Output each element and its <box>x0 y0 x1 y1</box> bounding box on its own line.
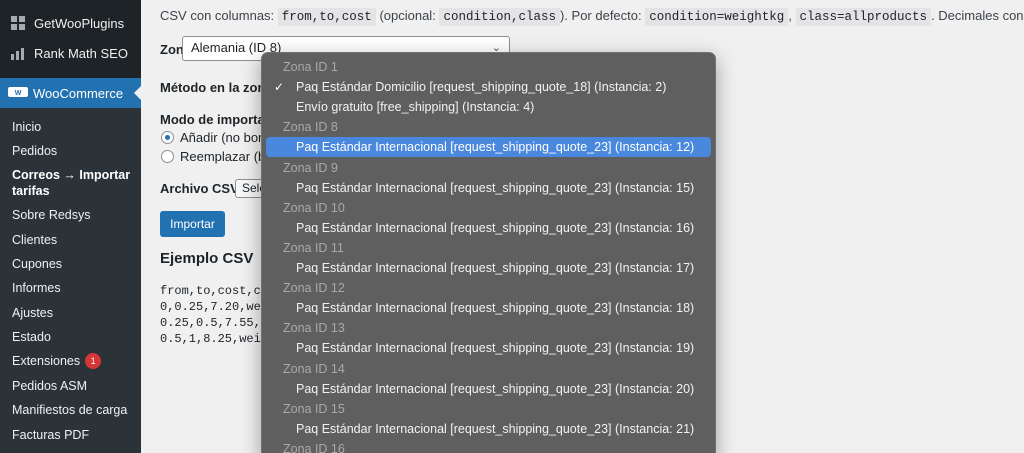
dropdown-group-label: Zona ID 10 <box>283 200 345 215</box>
update-count-badge: 1 <box>85 353 102 369</box>
intro-text: CSV con columnas: <box>160 8 275 23</box>
admin-sidebar: GetWooPlugins Rank Math SEO W WooCommerc… <box>0 0 141 453</box>
sidebar-item-label: Rank Math SEO <box>34 45 128 61</box>
dropdown-option-label: Paq Estándar Internacional [request_ship… <box>296 341 695 356</box>
dropdown-option-label: Paq Estándar Internacional [request_ship… <box>296 220 695 235</box>
dropdown-option-label: Paq Estándar Internacional [request_ship… <box>296 301 695 316</box>
csv-format-description: CSV con columnas: from,to,cost (opcional… <box>160 8 1024 26</box>
submenu-estado[interactable]: Estado <box>12 329 51 345</box>
dropdown-group-label: Zona ID 12 <box>283 281 345 296</box>
dropdown-group-label: Zona ID 9 <box>283 160 338 175</box>
submenu-correos-importar[interactable]: Correos → Importar tarifas <box>12 167 132 199</box>
submenu-manifiestos[interactable]: Manifiestos de carga <box>12 402 127 418</box>
dropdown-group-label: Zona ID 1 <box>283 60 338 74</box>
dropdown-group-label: Zona ID 13 <box>283 321 345 336</box>
dropdown-option[interactable]: Paq Estándar Internacional [request_ship… <box>266 218 711 238</box>
submenu-informes[interactable]: Informes <box>12 280 61 296</box>
sidebar-item-woocommerce[interactable]: W WooCommerce <box>0 78 141 108</box>
dropdown-option-label: Paq Estándar Internacional [request_ship… <box>296 180 695 195</box>
dropdown-group-label: Zona ID 14 <box>283 361 345 376</box>
dropdown-group-label: Zona ID 16 <box>283 441 345 453</box>
chart-plugin-icon <box>8 44 28 62</box>
submenu-pedidos[interactable]: Pedidos <box>12 143 57 159</box>
dropdown-option[interactable]: Paq Estándar Internacional [request_ship… <box>266 258 711 278</box>
dropdown-option[interactable]: ✓ Paq Estándar Domicilio [request_shippin… <box>266 77 711 97</box>
dropdown-option-label: Paq Estándar Internacional [request_ship… <box>296 421 695 436</box>
submenu-ajustes[interactable]: Ajustes <box>12 305 53 321</box>
dropdown-group-label: Zona ID 8 <box>283 120 338 135</box>
radio-anadir[interactable] <box>161 131 174 144</box>
importar-button[interactable]: Importar <box>160 211 225 237</box>
dropdown-option[interactable]: Paq Estándar Internacional [request_ship… <box>266 298 711 318</box>
archivo-label: Archivo CSV: <box>160 181 243 196</box>
submenu-clientes[interactable]: Clientes <box>12 232 57 248</box>
woocommerce-submenu: Inicio Pedidos Correos → Importar tarifa… <box>0 108 141 453</box>
radio-reemplazar[interactable] <box>161 150 174 163</box>
dropdown-option-label: Paq Estándar Domicilio [request_shipping… <box>296 80 667 95</box>
metodo-label: Método en la zona: <box>160 80 277 95</box>
intro-code: class=allproducts <box>795 8 932 26</box>
dropdown-group-label: Zona ID 15 <box>283 401 345 416</box>
grid-plugin-icon <box>8 14 28 32</box>
sidebar-item-label: WooCommerce <box>33 85 124 101</box>
sidebar-item-label: GetWooPlugins <box>34 15 125 31</box>
dropdown-option[interactable]: Paq Estándar Internacional [request_ship… <box>266 338 711 358</box>
dropdown-option[interactable]: Paq Estándar Internacional [request_ship… <box>266 379 711 399</box>
sidebar-item-getwooplugins[interactable]: GetWooPlugins <box>0 9 141 37</box>
submenu-pedidos-asm[interactable]: Pedidos ASM <box>12 378 87 394</box>
intro-text: , <box>788 8 792 23</box>
dropdown-option-label: Envío gratuito [free_shipping] (Instanci… <box>296 100 535 115</box>
submenu-cupones[interactable]: Cupones <box>12 256 62 272</box>
intro-text: . Decimales con <box>931 8 1024 23</box>
dropdown-group-label: Zona ID 11 <box>283 240 344 255</box>
submenu-label: Extensiones <box>12 354 81 368</box>
dropdown-option[interactable]: Paq Estándar Internacional [request_ship… <box>266 137 711 158</box>
dropdown-option[interactable]: Paq Estándar Internacional [request_ship… <box>266 178 711 198</box>
submenu-sobre-redsys[interactable]: Sobre Redsys <box>12 207 91 223</box>
submenu-extensiones[interactable]: Extensiones 1 <box>12 353 102 369</box>
dropdown-option-label: Paq Estándar Internacional [request_ship… <box>296 261 695 275</box>
dropdown-option-label: Paq Estándar Internacional [request_ship… <box>296 381 695 396</box>
intro-code: condition=weightkg <box>645 8 789 26</box>
submenu-facturas-pdf[interactable]: Facturas PDF <box>12 427 89 443</box>
dropdown-option[interactable]: Envío gratuito [free_shipping] (Instanci… <box>266 97 711 117</box>
submenu-inicio[interactable]: Inicio <box>12 119 41 135</box>
example-title: Ejemplo CSV <box>160 250 254 267</box>
dropdown-option[interactable]: Paq Estándar Internacional [request_ship… <box>266 419 711 439</box>
svg-text:W: W <box>15 90 22 97</box>
intro-code: from,to,cost <box>277 8 376 26</box>
shipping-method-dropdown[interactable]: Zona ID 1 ✓ Paq Estándar Domicilio [reques… <box>261 52 716 453</box>
woo-icon: W <box>7 85 29 101</box>
intro-code: condition,class <box>439 8 560 26</box>
intro-text: (opcional: <box>379 8 436 23</box>
checkmark-icon: ✓ <box>274 80 285 95</box>
sidebar-item-rank-math[interactable]: Rank Math SEO <box>0 39 141 67</box>
dropdown-option-label: Paq Estándar Internacional [request_ship… <box>296 140 695 155</box>
intro-text: ). Por defecto: <box>559 8 642 23</box>
